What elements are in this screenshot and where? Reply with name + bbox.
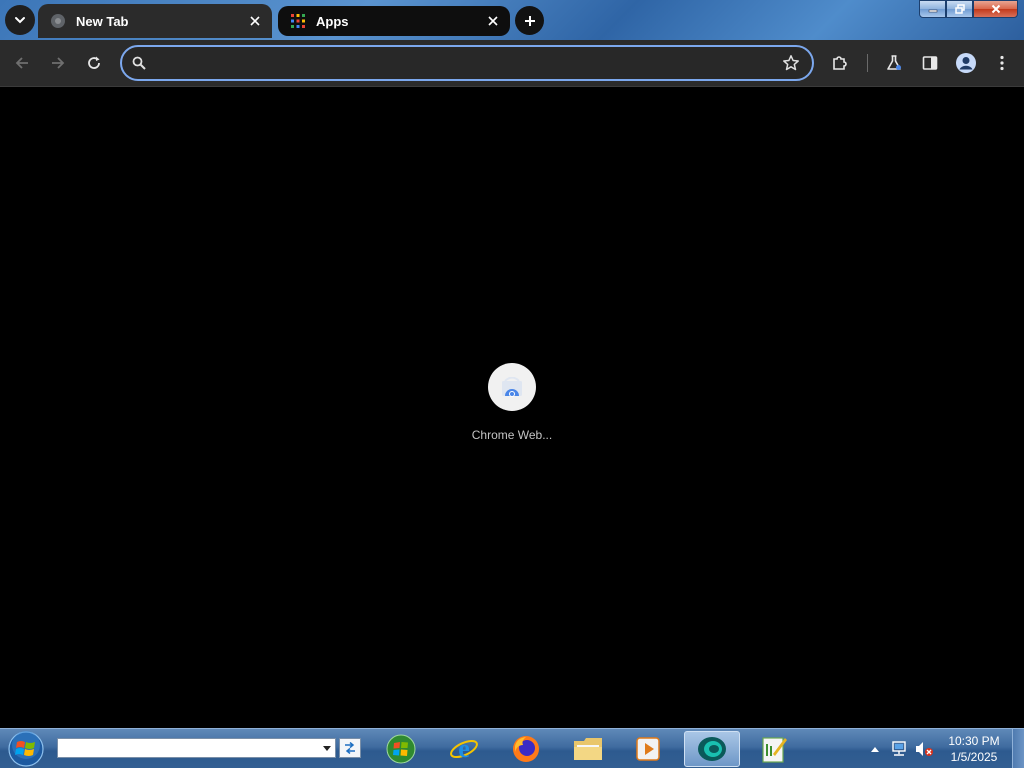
- address-dropdown-button[interactable]: [319, 739, 335, 757]
- svg-text:e: e: [458, 734, 470, 763]
- bookmark-star-icon[interactable]: [782, 54, 800, 72]
- search-icon: [132, 56, 146, 70]
- caret-up-icon: [871, 746, 879, 752]
- restore-icon: [954, 4, 965, 14]
- chevron-down-icon: [15, 17, 25, 24]
- taskbar-app-file-explorer[interactable]: [560, 731, 616, 767]
- flask-icon: [887, 55, 901, 70]
- side-panel-icon: [922, 56, 938, 70]
- apps-grid-icon: [291, 14, 305, 28]
- reload-button[interactable]: [80, 49, 108, 77]
- menu-button[interactable]: [988, 49, 1016, 77]
- restore-button[interactable]: [946, 0, 973, 18]
- desktop-screen: New Tab Apps Chrome Web... e 10:30 PM 1/…: [0, 0, 1024, 768]
- more-vertical-icon: [1000, 55, 1004, 71]
- minimize-button[interactable]: [919, 0, 946, 18]
- taskbar-app-media-center[interactable]: [373, 731, 429, 767]
- taskbar-app-firefox[interactable]: [498, 731, 554, 767]
- taskbar-clock[interactable]: 10:30 PM 1/5/2025: [938, 733, 1010, 765]
- arrow-left-icon: [15, 57, 28, 69]
- network-tray-button[interactable]: [888, 729, 910, 768]
- browser-toolbar: [0, 40, 1024, 87]
- address-go-button[interactable]: [339, 738, 361, 758]
- show-hidden-icons-button[interactable]: [866, 729, 884, 768]
- notepad-plus-plus-icon: [762, 737, 787, 763]
- windows-media-center-icon: [386, 734, 416, 764]
- arrow-right-icon: [52, 57, 65, 69]
- new-tab-button[interactable]: [515, 6, 544, 35]
- taskbar-address-box[interactable]: [57, 738, 336, 758]
- media-player-icon: [636, 737, 660, 761]
- close-window-button[interactable]: [973, 0, 1018, 18]
- taskbar-address-input[interactable]: [58, 739, 314, 757]
- browser-titlebar: New Tab Apps: [0, 0, 1024, 40]
- windows-taskbar: e 10:30 PM 1/5/2025: [0, 728, 1024, 768]
- toolbar-separator: [867, 54, 868, 72]
- new-tab-favicon-icon: [51, 14, 65, 28]
- volume-muted-icon: [916, 742, 933, 756]
- firefox-icon: [513, 736, 539, 762]
- reload-icon: [88, 56, 100, 69]
- clock-date: 1/5/2025: [950, 750, 998, 764]
- volume-tray-button[interactable]: [912, 729, 936, 768]
- show-desktop-button[interactable]: [1012, 729, 1024, 768]
- labs-button[interactable]: [880, 49, 908, 77]
- close-tab-button[interactable]: [246, 12, 264, 30]
- tab-title: New Tab: [76, 13, 129, 29]
- shortcut-chrome-web-store[interactable]: Chrome Web...: [456, 363, 568, 453]
- close-tab-button[interactable]: [484, 12, 502, 30]
- window-controls: [919, 0, 1018, 18]
- taskbar-app-chrome[interactable]: [684, 731, 740, 767]
- close-icon: [250, 16, 260, 26]
- tab-apps[interactable]: Apps: [278, 6, 510, 36]
- network-icon: [892, 741, 906, 756]
- chrome-web-store-icon: [502, 377, 522, 397]
- go-arrows-icon: [345, 742, 355, 754]
- side-panel-button[interactable]: [916, 49, 944, 77]
- extensions-button[interactable]: [826, 49, 854, 77]
- tab-search-button[interactable]: [5, 5, 35, 35]
- windows-start-icon: [8, 731, 44, 767]
- address-bar[interactable]: [120, 45, 814, 81]
- taskbar-app-internet-explorer[interactable]: e: [436, 731, 492, 767]
- shortcut-icon-circle: [488, 363, 536, 411]
- back-button[interactable]: [8, 49, 36, 77]
- close-icon: [991, 4, 1000, 14]
- plus-icon: [524, 15, 535, 26]
- puzzle-icon: [833, 56, 847, 70]
- caret-down-icon: [323, 745, 331, 751]
- forward-button[interactable]: [44, 49, 72, 77]
- taskbar-app-media-player[interactable]: [620, 731, 676, 767]
- folder-icon: [574, 738, 602, 760]
- close-icon: [488, 16, 498, 26]
- address-input[interactable]: [154, 51, 778, 77]
- chrome-icon: [698, 737, 726, 761]
- page-content: Chrome Web...: [0, 87, 1024, 728]
- tab-new-tab[interactable]: New Tab: [38, 4, 272, 38]
- avatar-icon: [956, 53, 976, 73]
- internet-explorer-icon: e: [450, 734, 478, 763]
- minimize-icon: [928, 9, 937, 13]
- shortcut-label: Chrome Web...: [471, 428, 553, 442]
- start-button[interactable]: [6, 730, 46, 768]
- tab-title: Apps: [316, 13, 349, 29]
- profile-button[interactable]: [952, 49, 980, 77]
- taskbar-app-notepad-plus-plus[interactable]: [746, 731, 802, 767]
- clock-time: 10:30 PM: [948, 734, 1000, 748]
